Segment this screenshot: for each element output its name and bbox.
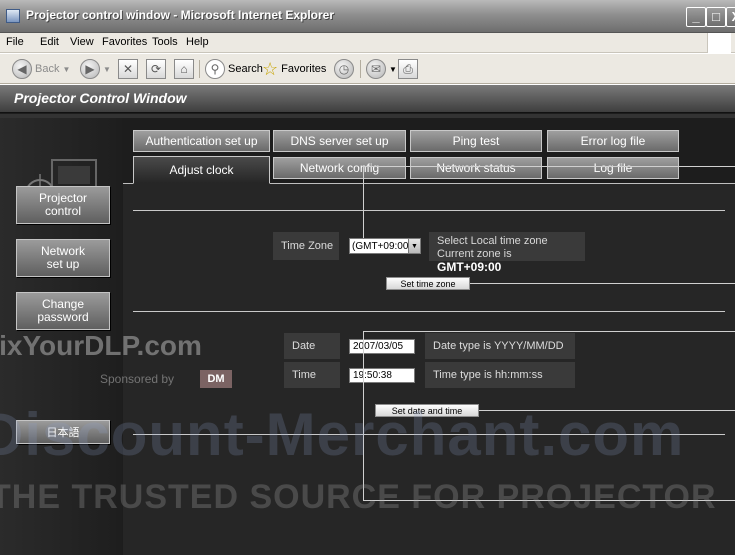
menu-bar: File Edit View Favorites Tools Help <box>0 33 735 53</box>
refresh-button[interactable]: ⟳ <box>146 58 166 80</box>
tab-adjust-clock[interactable]: Adjust clock <box>133 156 270 184</box>
forward-arrow-icon: ▶ <box>80 59 100 79</box>
back-arrow-icon: ◀ <box>12 59 32 79</box>
tab-authentication-setup[interactable]: Authentication set up <box>133 130 270 152</box>
stop-button[interactable]: ✕ <box>118 58 138 80</box>
menu-favorites[interactable]: Favorites <box>102 36 147 48</box>
home-icon: ⌂ <box>174 59 194 79</box>
callout-frame-datetime <box>363 331 735 501</box>
set-time-zone-button[interactable]: Set time zone <box>386 277 470 290</box>
page-body: Projector Control Window Projector contr… <box>0 85 735 555</box>
back-dropdown-icon: ▼ <box>62 64 71 74</box>
time-zone-value: (GMT+09:00) <box>352 240 412 252</box>
history-icon: ◷ <box>334 59 354 79</box>
ie-app-icon <box>6 9 20 23</box>
projector-control-button[interactable]: Projector control <box>16 186 110 224</box>
forward-button[interactable]: ▶ ▼ <box>80 58 111 80</box>
callout-frame-timezone <box>363 166 735 238</box>
menu-tools[interactable]: Tools <box>152 36 178 48</box>
refresh-icon: ⟳ <box>146 59 166 79</box>
callout-line-set-date-time <box>479 410 735 411</box>
time-label: Time <box>284 362 340 388</box>
mail-button[interactable]: ✉ ▼ <box>366 58 397 80</box>
date-label: Date <box>284 333 340 359</box>
search-icon: ⚲ <box>205 59 225 79</box>
window-title: Projector control window - Microsoft Int… <box>26 8 335 22</box>
page-header: Projector Control Window <box>0 85 735 113</box>
minimize-button[interactable]: _ <box>686 7 706 27</box>
print-button[interactable]: ⎙ <box>398 58 418 80</box>
title-bar: Projector control window - Microsoft Int… <box>0 0 735 33</box>
mail-dropdown-icon: ▼ <box>389 64 397 74</box>
printer-icon: ⎙ <box>398 59 418 79</box>
toolbar-separator-2 <box>360 60 361 78</box>
close-button[interactable]: X <box>726 7 735 27</box>
home-button[interactable]: ⌂ <box>174 58 194 80</box>
tab-ping-test[interactable]: Ping test <box>410 130 542 152</box>
current-zone-prefix: Current zone is <box>437 248 512 260</box>
toolbar-separator <box>199 60 200 78</box>
search-button[interactable]: ⚲ Search <box>205 58 263 80</box>
tab-error-log-file[interactable]: Error log file <box>547 130 679 152</box>
sidebar: Projector control Network set up Change … <box>0 118 122 555</box>
chevron-down-icon: ▼ <box>408 239 420 253</box>
tab-dns-server-setup[interactable]: DNS server set up <box>273 130 406 152</box>
page-title: Projector Control Window <box>14 90 187 106</box>
time-zone-label: Time Zone <box>273 232 339 260</box>
favorites-button[interactable]: ☆ Favorites <box>262 58 326 80</box>
star-icon: ☆ <box>262 58 279 79</box>
maximize-button[interactable]: □ <box>706 7 726 27</box>
time-zone-select[interactable]: (GMT+09:00) ▼ <box>349 238 421 254</box>
mail-icon: ✉ <box>366 59 386 79</box>
change-password-button[interactable]: Change password <box>16 292 110 330</box>
toolbar: ◀ Back ▼ ▶ ▼ ✕ ⟳ ⌂ ⚲ Search ☆ Favorites … <box>0 54 735 84</box>
callout-line-set-time-zone <box>470 283 735 284</box>
stop-icon: ✕ <box>118 59 138 79</box>
menu-file[interactable]: File <box>6 36 24 48</box>
japanese-language-button[interactable]: 日本語 <box>16 420 110 444</box>
current-zone-value: GMT+09:00 <box>437 260 502 274</box>
forward-dropdown-icon: ▼ <box>103 64 111 74</box>
menu-view[interactable]: View <box>70 36 94 48</box>
search-label: Search <box>228 63 263 75</box>
history-button[interactable]: ◷ <box>334 58 354 80</box>
windows-flag-icon <box>707 33 731 53</box>
network-setup-button[interactable]: Network set up <box>16 239 110 277</box>
adjust-clock-panel: Time Zone (GMT+09:00) ▼ Select Local tim… <box>123 166 735 555</box>
back-button[interactable]: ◀ Back ▼ <box>12 58 70 80</box>
divider <box>133 311 725 312</box>
menu-edit[interactable]: Edit <box>40 36 59 48</box>
back-label: Back <box>35 63 60 75</box>
menu-help[interactable]: Help <box>186 36 209 48</box>
favorites-label: Favorites <box>281 63 327 75</box>
